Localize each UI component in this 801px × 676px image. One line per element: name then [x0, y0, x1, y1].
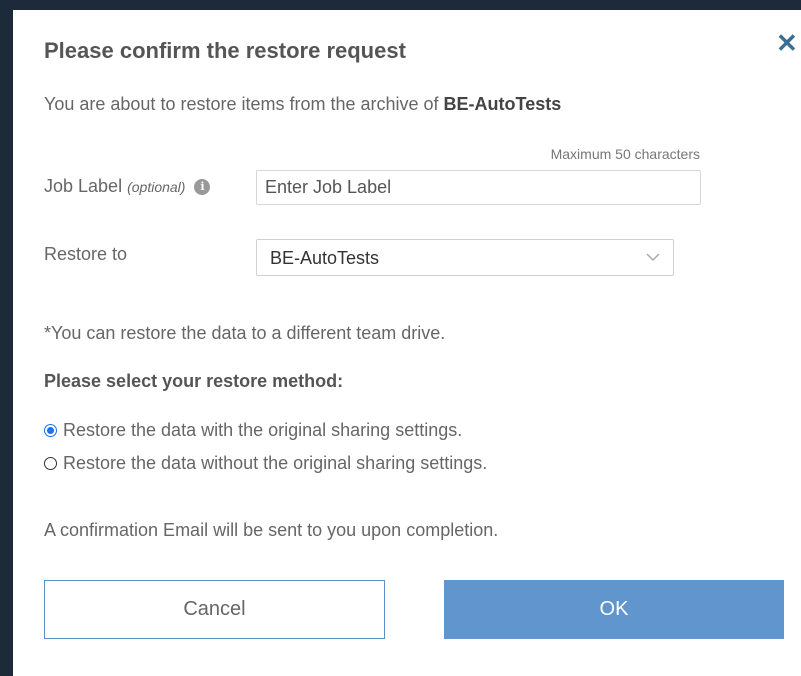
restore-to-label: Restore to: [44, 244, 128, 264]
chevron-down-icon: [646, 253, 660, 262]
radio-button-checked[interactable]: [44, 424, 57, 437]
cancel-button[interactable]: Cancel: [44, 580, 385, 639]
ok-button[interactable]: OK: [444, 580, 784, 639]
close-icon[interactable]: ✕: [776, 30, 798, 56]
job-label-input[interactable]: [256, 170, 701, 205]
confirmation-email-text: A confirmation Email will be sent to you…: [44, 520, 499, 540]
restore-to-select[interactable]: BE-AutoTests: [256, 239, 674, 276]
intro-prefix: You are about to restore items from the …: [44, 94, 444, 114]
restore-method-label: Restore the data with the original shari…: [63, 420, 463, 440]
restore-method-label: Restore the data without the original sh…: [63, 453, 488, 473]
restore-method-option-with-sharing[interactable]: Restore the data with the original shari…: [44, 420, 462, 441]
restore-to-selected: BE-AutoTests: [270, 248, 380, 268]
restore-method-option-without-sharing[interactable]: Restore the data without the original sh…: [44, 453, 487, 474]
team-drive-note: *You can restore the data to a different…: [44, 323, 446, 343]
intro-target: BE-AutoTests: [443, 94, 562, 114]
dialog-title: Please confirm the restore request: [44, 38, 406, 63]
max-chars-hint: Maximum 50 characters: [550, 146, 700, 162]
intro-text: You are about to restore items from the …: [44, 94, 561, 115]
restore-confirm-dialog: Please confirm the restore request ✕ You…: [12, 10, 801, 676]
radio-button-unchecked[interactable]: [44, 457, 57, 470]
job-label-optional: (optional): [127, 179, 186, 195]
info-icon[interactable]: i: [194, 179, 211, 196]
job-label-label: Job Label (optional) i: [44, 176, 211, 197]
job-label-text: Job Label: [44, 176, 123, 196]
restore-method-heading: Please select your restore method:: [44, 371, 344, 391]
